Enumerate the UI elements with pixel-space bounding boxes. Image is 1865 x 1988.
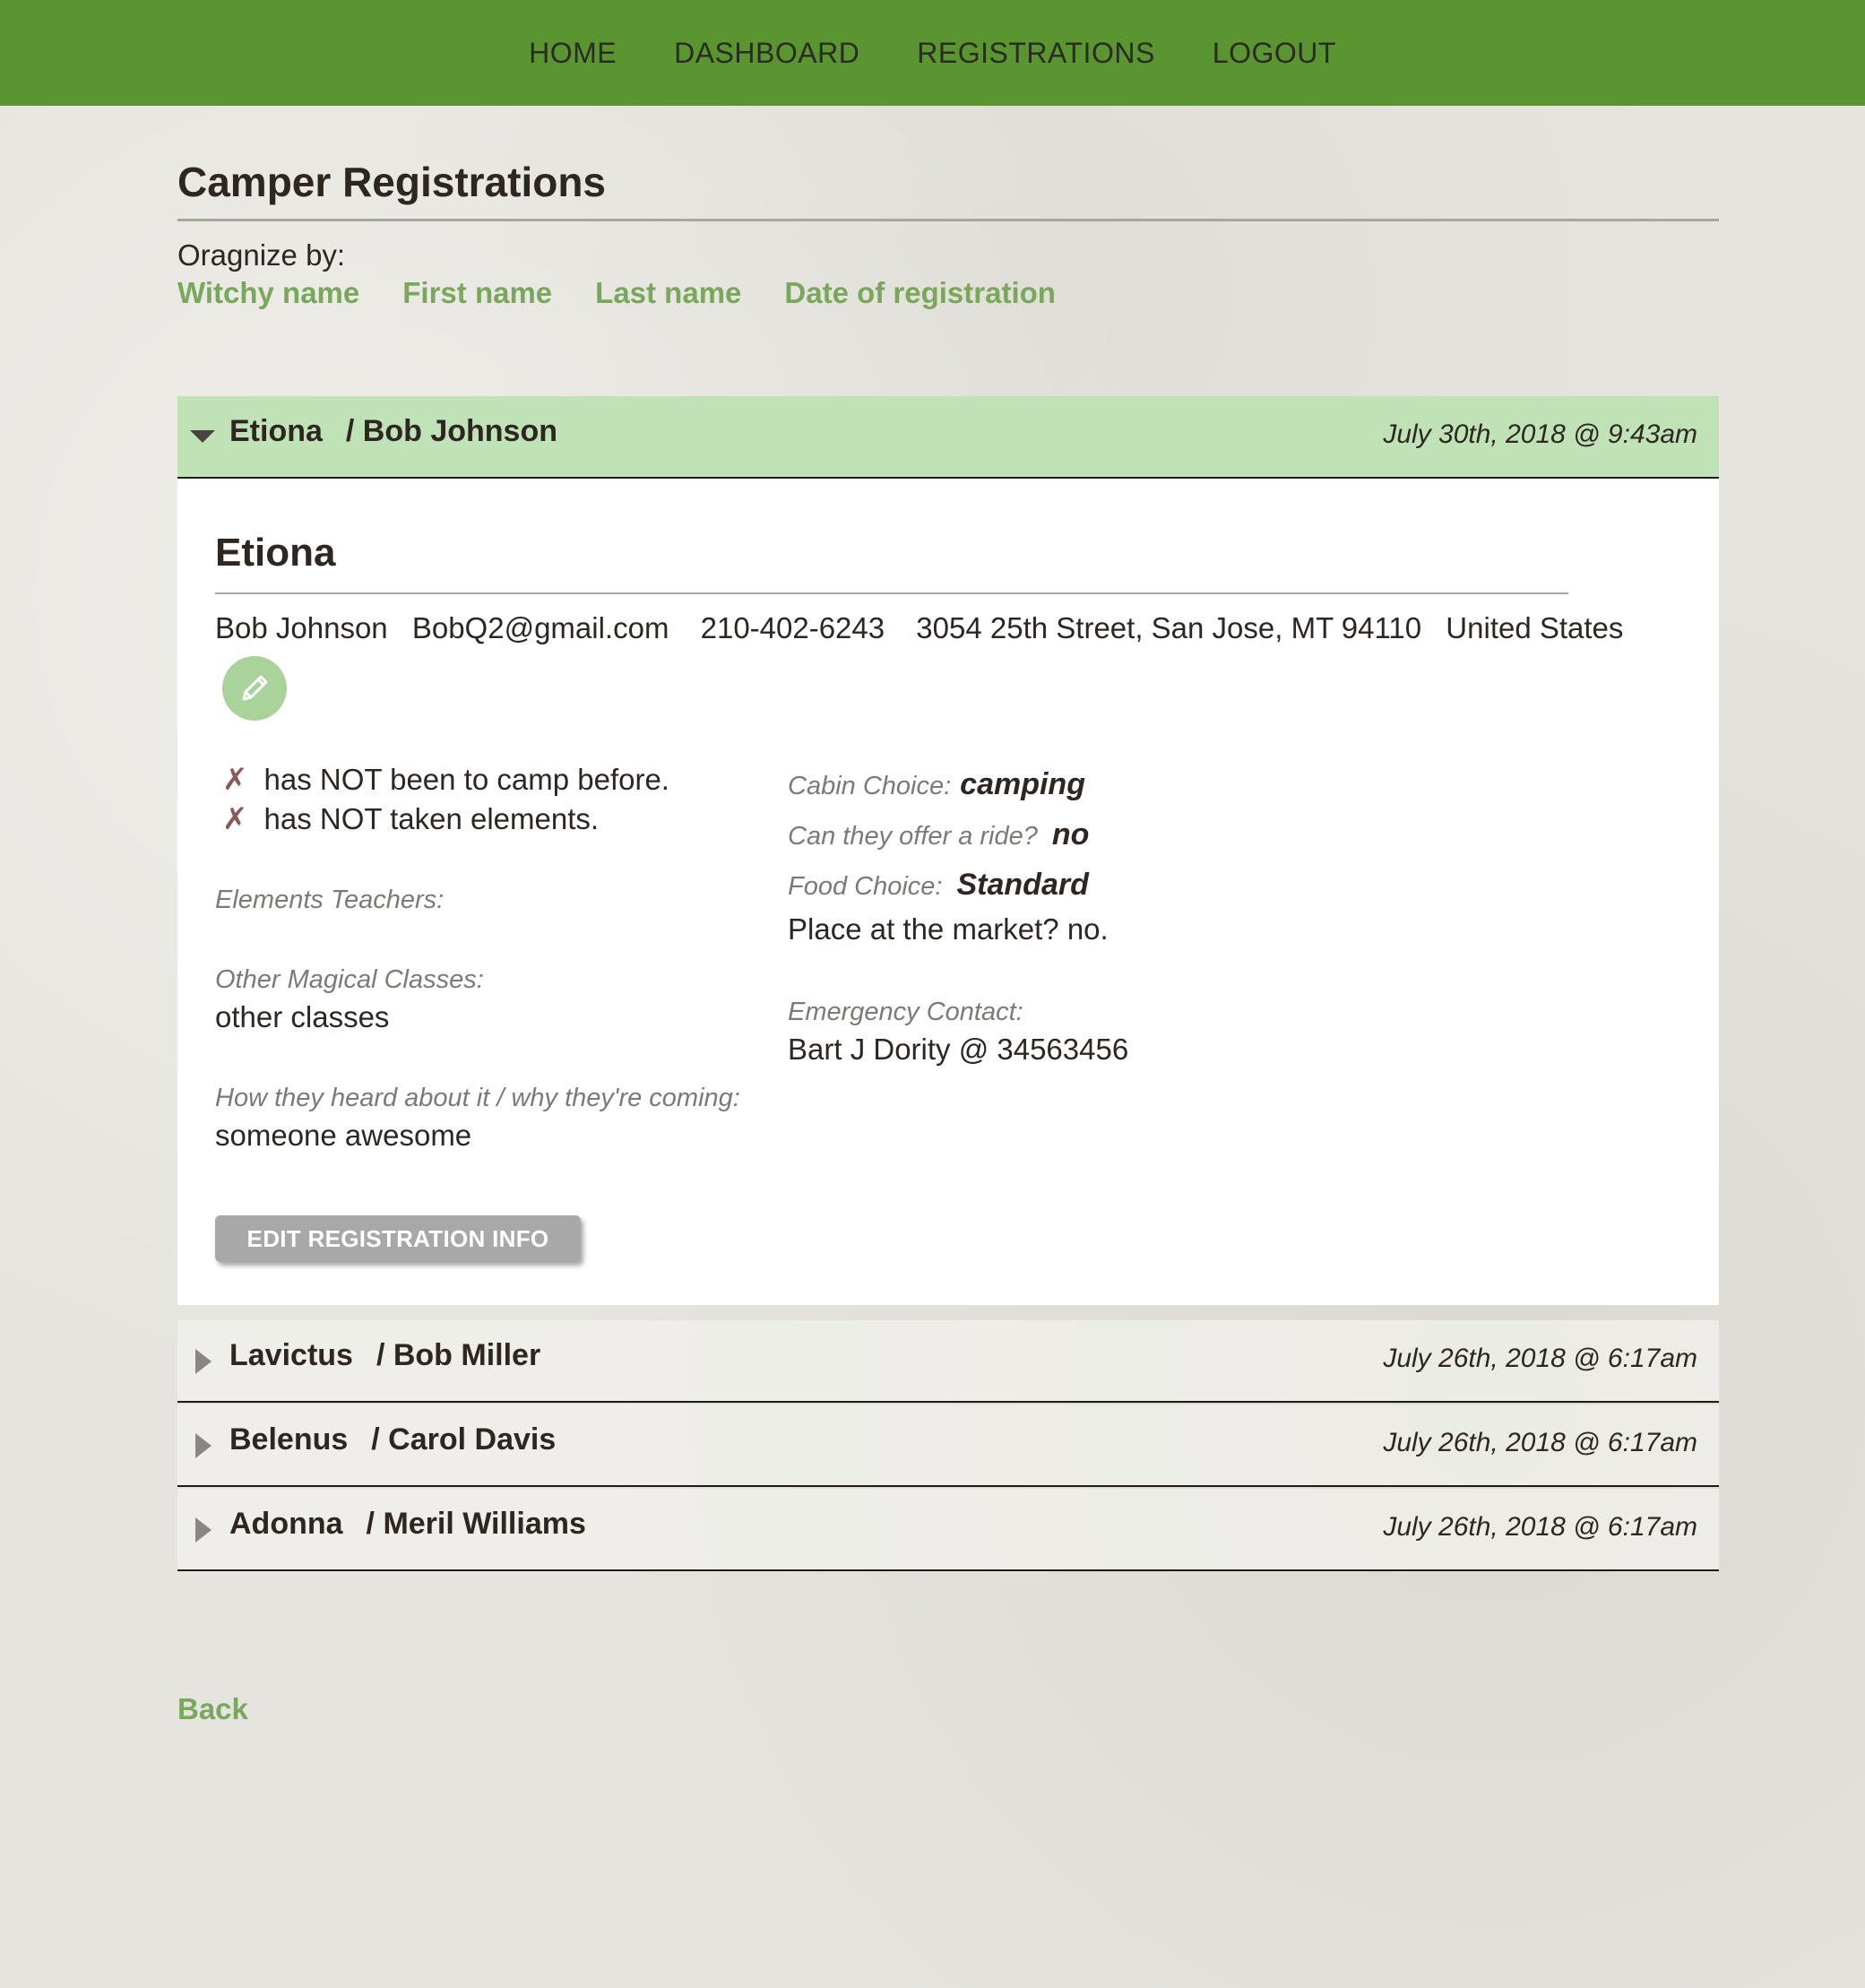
camper-full-name: / Carol Davis bbox=[371, 1422, 557, 1456]
registration-names: Belenus / Carol Davis bbox=[229, 1422, 556, 1457]
contact-phone: 210-402-6243 bbox=[700, 611, 885, 644]
elements-status: ✗ has NOT taken elements. bbox=[222, 801, 599, 837]
detail-divider bbox=[215, 592, 1568, 594]
sort-links: Witchy name First name Last name Date of… bbox=[177, 276, 1099, 310]
heard-about-value: someone awesome bbox=[215, 1119, 472, 1152]
contact-line: Bob Johnson BobQ2@gmail.com 210-402-6243… bbox=[215, 611, 1639, 645]
page-title: Camper Registrations bbox=[177, 159, 607, 205]
contact-email: BobQ2@gmail.com bbox=[411, 611, 669, 644]
camper-full-name: / Bob Johnson bbox=[345, 414, 557, 448]
nav-home-link[interactable]: HOME bbox=[529, 37, 617, 70]
other-classes-value: other classes bbox=[215, 1000, 390, 1033]
elements-teachers-label: Elements Teachers: bbox=[215, 886, 445, 914]
detail-title: Etiona bbox=[215, 531, 336, 575]
food-choice-value: Standard bbox=[956, 868, 1089, 902]
market-place-text: Place at the market? no. bbox=[788, 912, 1109, 946]
x-mark-icon: ✗ bbox=[222, 763, 248, 797]
contact-name: Bob Johnson bbox=[215, 611, 388, 644]
sort-by-witchy-name-link[interactable]: Witchy name bbox=[177, 276, 359, 310]
registration-date: July 26th, 2018 @ 6:17am bbox=[1383, 1428, 1697, 1457]
food-choice-label: Food Choice: bbox=[788, 872, 943, 901]
other-classes-label: Other Magical Classes: bbox=[215, 965, 484, 994]
contact-address: 3054 25th Street, San Jose, MT 94110 bbox=[916, 611, 1422, 644]
registration-header-lavictus[interactable]: Lavictus / Bob Miller July 26th, 2018 @ 6… bbox=[177, 1320, 1719, 1403]
registration-date: July 26th, 2018 @ 6:17am bbox=[1383, 1344, 1697, 1373]
organize-label: Oragnize by: bbox=[177, 238, 346, 272]
sort-by-last-name-link[interactable]: Last name bbox=[595, 276, 741, 310]
caret-right-icon bbox=[195, 1517, 212, 1543]
elements-text: has NOT taken elements. bbox=[263, 802, 600, 835]
cabin-choice-value: camping bbox=[960, 767, 1085, 801]
caret-right-icon bbox=[195, 1349, 212, 1374]
caret-right-icon bbox=[195, 1433, 212, 1458]
nav-registrations-link[interactable]: REGISTRATIONS bbox=[917, 37, 1154, 70]
witchy-name: Belenus bbox=[229, 1422, 349, 1456]
heard-about-label: How they heard about it / why they're co… bbox=[215, 1084, 740, 1112]
cabin-choice-label: Cabin Choice: bbox=[788, 772, 952, 800]
camp-before-status: ✗ has NOT been to camp before. bbox=[222, 762, 669, 798]
ride-offer-row: Can they offer a ride? no bbox=[788, 817, 1089, 852]
ride-offer-value: no bbox=[1051, 817, 1090, 851]
emergency-contact-value: Bart J Dority @ 34563456 bbox=[788, 1033, 1129, 1066]
back-link[interactable]: Back bbox=[177, 1692, 248, 1726]
registration-names: Etiona / Bob Johnson bbox=[229, 414, 557, 449]
sort-by-first-name-link[interactable]: First name bbox=[402, 276, 552, 310]
top-navbar: HOME DASHBOARD REGISTRATIONS LOGOUT bbox=[0, 0, 1865, 106]
registration-header-adonna[interactable]: Adonna / Meril Williams July 26th, 2018 @… bbox=[177, 1489, 1719, 1571]
title-divider bbox=[177, 219, 1719, 221]
emergency-contact-label: Emergency Contact: bbox=[788, 998, 1023, 1026]
cabin-choice-row: Cabin Choice: camping bbox=[788, 767, 1085, 802]
caret-down-icon bbox=[190, 430, 215, 443]
witchy-name: Etiona bbox=[229, 414, 323, 448]
registration-names: Adonna / Meril Williams bbox=[229, 1507, 586, 1542]
nav-logout-link[interactable]: LOGOUT bbox=[1213, 37, 1336, 70]
registration-header-etiona[interactable]: Etiona / Bob Johnson July 30th, 2018 @ 9:… bbox=[177, 396, 1719, 479]
food-choice-row: Food Choice: Standard bbox=[788, 868, 1089, 903]
registration-date: July 26th, 2018 @ 6:17am bbox=[1383, 1512, 1697, 1542]
edit-contact-button[interactable] bbox=[222, 656, 287, 721]
camper-full-name: / Bob Miller bbox=[376, 1338, 541, 1372]
camp-before-text: has NOT been to camp before. bbox=[263, 763, 669, 796]
witchy-name: Adonna bbox=[229, 1507, 343, 1541]
registration-detail-panel: Etiona Bob Johnson BobQ2@gmail.com 210-4… bbox=[177, 479, 1719, 1305]
x-mark-icon: ✗ bbox=[222, 802, 248, 836]
pencil-icon bbox=[242, 675, 268, 701]
witchy-name: Lavictus bbox=[229, 1338, 353, 1372]
sort-by-date-link[interactable]: Date of registration bbox=[784, 276, 1056, 310]
ride-offer-label: Can they offer a ride? bbox=[788, 822, 1038, 851]
edit-registration-button[interactable]: EDIT REGISTRATION INFO bbox=[215, 1215, 581, 1262]
contact-country: United States bbox=[1446, 611, 1624, 644]
registration-date: July 30th, 2018 @ 9:43am bbox=[1383, 419, 1697, 449]
registration-header-belenus[interactable]: Belenus / Carol Davis July 26th, 2018 @ 6… bbox=[177, 1405, 1719, 1487]
registration-names: Lavictus / Bob Miller bbox=[229, 1338, 540, 1373]
camper-full-name: / Meril Williams bbox=[366, 1507, 586, 1541]
nav-dashboard-link[interactable]: DASHBOARD bbox=[674, 37, 859, 70]
